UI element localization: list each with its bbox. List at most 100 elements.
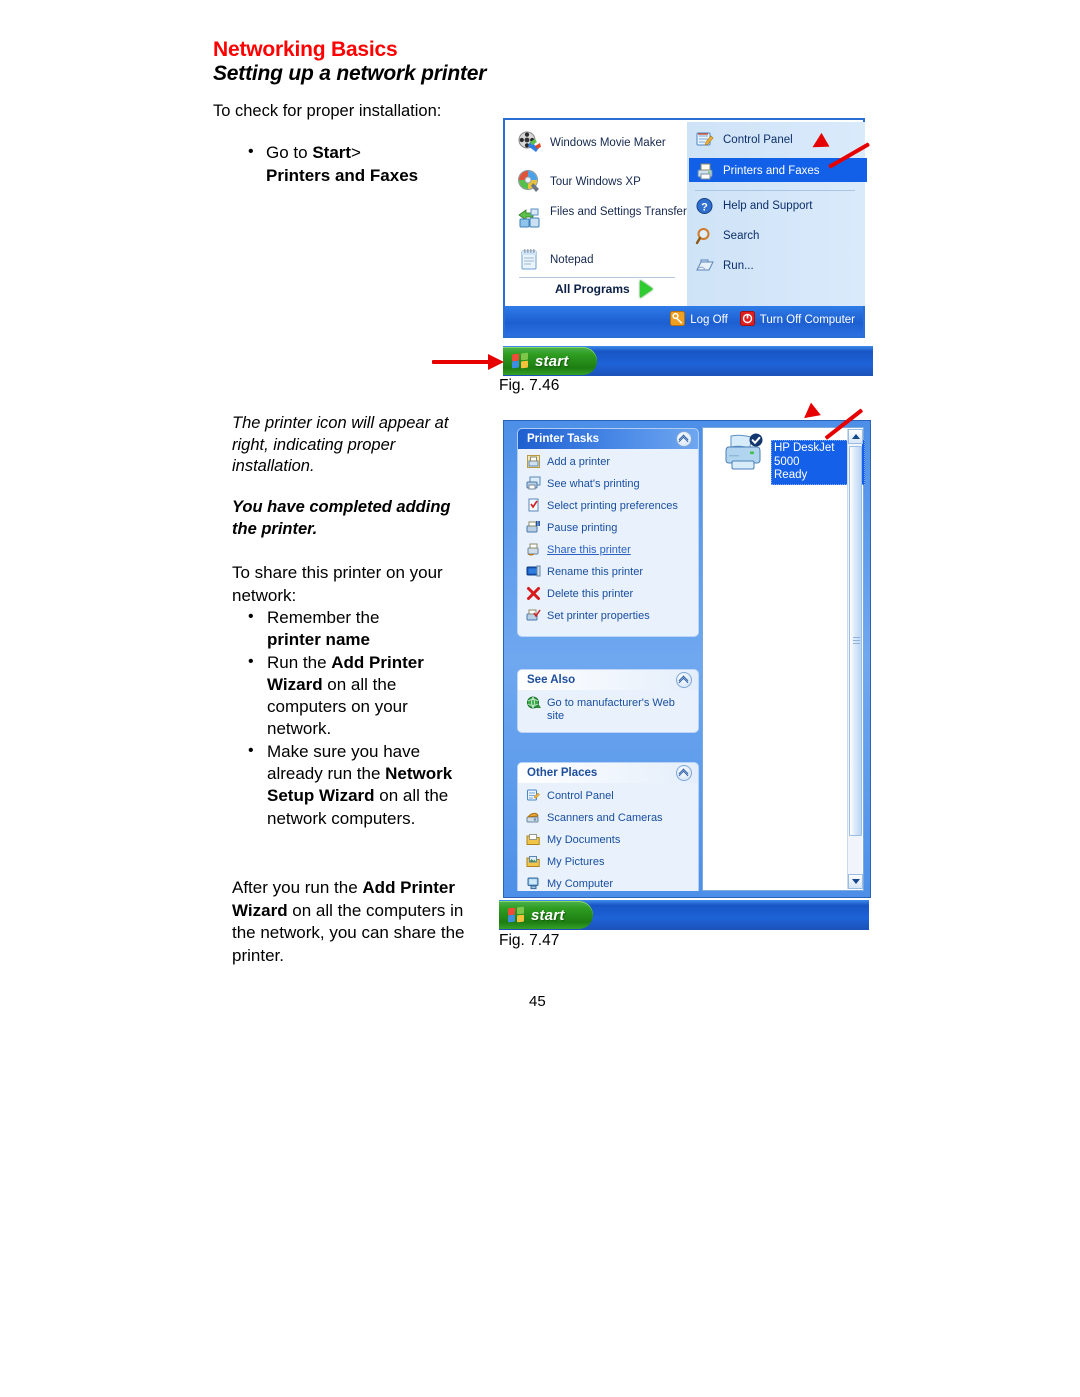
task-pause-printing[interactable]: Pause printing — [526, 520, 694, 539]
page: Networking Basics Setting up a network p… — [0, 0, 1080, 1397]
printers-window-frame: Printer Tasks Add a printer See what's p… — [503, 420, 871, 898]
other-place-my-pictures[interactable]: My Pictures — [526, 854, 694, 873]
other-place-my-computer[interactable]: My Computer — [526, 876, 694, 891]
windows-flag-icon — [512, 352, 529, 369]
turn-off-label: Turn Off Computer — [759, 314, 855, 326]
task-label: Share this printer — [547, 544, 631, 556]
instruction-bullet-list: Go to Start> Printers and Faxes — [240, 140, 490, 187]
control-panel-icon — [695, 130, 715, 150]
printer-list-item[interactable]: HP DeskJet 5000 Ready — [721, 432, 865, 485]
task-label: Pause printing — [547, 522, 618, 534]
start-button-746[interactable]: start — [503, 347, 597, 375]
task-add-a-printer[interactable]: Add a printer — [526, 454, 694, 473]
printer-properties-icon — [526, 608, 541, 627]
log-off-button[interactable]: Log Off — [670, 311, 728, 329]
figure-caption-746: Fig. 7.46 — [499, 377, 560, 394]
printer-tasks-body: Add a printer See what's printing Select… — [518, 449, 698, 636]
collapse-chevron-icon[interactable] — [676, 431, 692, 447]
page-number: 45 — [529, 993, 546, 1010]
start-item-search[interactable]: Search — [695, 226, 759, 246]
see-also-title: See Also — [527, 674, 576, 686]
run-icon — [695, 256, 715, 276]
lead-paragraph: To check for proper installation: — [213, 102, 442, 120]
task-delete-this-printer[interactable]: Delete this printer — [526, 586, 694, 605]
see-also-body: Go to manufacturer's Web site — [518, 690, 698, 732]
control-panel-icon — [526, 788, 541, 807]
my-pictures-icon — [526, 854, 541, 873]
bullet-goto-prefix: Go to — [266, 143, 313, 162]
power-icon — [739, 311, 755, 329]
windows-flag-icon — [508, 906, 525, 923]
task-label: See what's printing — [547, 478, 640, 490]
taskbar-747: start — [499, 900, 869, 930]
printers-faxes-icon — [695, 161, 715, 181]
see-printing-icon — [526, 476, 541, 495]
my-documents-icon — [526, 832, 541, 851]
other-place-label: My Documents — [547, 834, 621, 846]
other-place-scanners-and-cameras[interactable]: Scanners and Cameras — [526, 810, 694, 829]
printer-icon — [721, 432, 767, 474]
other-place-my-documents[interactable]: My Documents — [526, 832, 694, 851]
search-icon — [695, 226, 715, 246]
turn-off-computer-button[interactable]: Turn Off Computer — [739, 311, 855, 329]
start-menu-footer-actions: Log Off Turn Off Computer — [670, 311, 855, 329]
all-programs-button[interactable]: All Programs — [555, 280, 653, 298]
start-menu-right-divider — [695, 190, 855, 191]
start-button-747[interactable]: start — [499, 901, 593, 929]
start-item-tour-windows-xp[interactable]: Tour Windows XP — [517, 169, 641, 194]
bullet-goto-suffix: > — [351, 143, 361, 162]
see-also-panel: See Also Go to manufacturer's Web site — [518, 670, 698, 732]
start-button-label: start — [535, 352, 569, 370]
vertical-scrollbar[interactable] — [847, 429, 863, 889]
task-label: Rename this printer — [547, 566, 643, 578]
my-computer-icon — [526, 876, 541, 891]
collapse-chevron-icon[interactable] — [676, 765, 692, 781]
printing-preferences-icon — [526, 498, 541, 517]
printer-tasks-header[interactable]: Printer Tasks — [518, 429, 698, 449]
page-header-title: Networking Basics — [213, 38, 398, 61]
other-places-body: Control Panel Scanners and Cameras My Do… — [518, 783, 698, 891]
scroll-down-arrow-icon[interactable] — [848, 874, 863, 889]
start-item-control-panel[interactable]: Control Panel — [695, 130, 793, 150]
task-see-whats-printing[interactable]: See what's printing — [526, 476, 694, 495]
paragraph-after-wizard: After you run the Add Printer Wizard on … — [232, 877, 467, 967]
start-item-notepad[interactable]: Notepad — [517, 247, 593, 272]
task-rename-this-printer[interactable]: Rename this printer — [526, 564, 694, 583]
window-task-sidebar: Printer Tasks Add a printer See what's p… — [510, 427, 700, 891]
bullet-remember-printer-name: Remember the printer name — [243, 606, 473, 652]
files-settings-transfer-icon — [517, 206, 542, 231]
help-support-icon: ? — [695, 196, 715, 216]
arrow-to-printers-and-faxes — [805, 128, 870, 169]
start-item-printers-and-faxes[interactable]: Printers and Faxes — [695, 161, 820, 181]
start-item-label: Run... — [723, 260, 754, 272]
task-share-this-printer[interactable]: Share this printer — [526, 542, 694, 561]
arrow-to-start-button — [432, 354, 510, 370]
task-set-printer-properties[interactable]: Set printer properties — [526, 608, 694, 627]
movie-maker-icon — [517, 130, 542, 155]
other-places-header[interactable]: Other Places — [518, 763, 698, 783]
see-also-manufacturer-site[interactable]: Go to manufacturer's Web site — [526, 695, 694, 722]
delete-printer-icon — [526, 586, 541, 605]
printer-tasks-panel: Printer Tasks Add a printer See what's p… — [518, 429, 698, 636]
other-place-control-panel[interactable]: Control Panel — [526, 788, 694, 807]
scrollbar-thumb[interactable] — [849, 446, 862, 836]
start-menu-footer: Log Off Turn Off Computer — [503, 306, 865, 338]
start-item-windows-movie-maker[interactable]: Windows Movie Maker — [517, 130, 666, 155]
bullet-remember-line1: Remember the — [267, 608, 380, 627]
italic-note-printer-icon: The printer icon will appear at right, i… — [232, 414, 449, 475]
start-item-run[interactable]: Run... — [695, 256, 754, 276]
start-button-label: start — [531, 906, 565, 924]
pause-printing-icon — [526, 520, 541, 539]
see-also-header[interactable]: See Also — [518, 670, 698, 690]
bullet-run-pre: Run the — [267, 652, 332, 672]
see-also-label: Go to manufacturer's Web site — [547, 697, 675, 722]
task-select-printing-preferences[interactable]: Select printing preferences — [526, 498, 694, 517]
arrow-to-printer-icon — [799, 392, 864, 440]
collapse-chevron-icon[interactable] — [676, 672, 692, 688]
globe-icon — [526, 695, 541, 714]
printers-list-view[interactable]: HP DeskJet 5000 Ready — [702, 427, 865, 891]
tour-windows-xp-icon — [517, 169, 542, 194]
bullet-remember-line2: printer name — [267, 630, 370, 650]
start-menu-divider — [519, 277, 675, 278]
start-item-help-and-support[interactable]: ? Help and Support — [695, 196, 813, 216]
